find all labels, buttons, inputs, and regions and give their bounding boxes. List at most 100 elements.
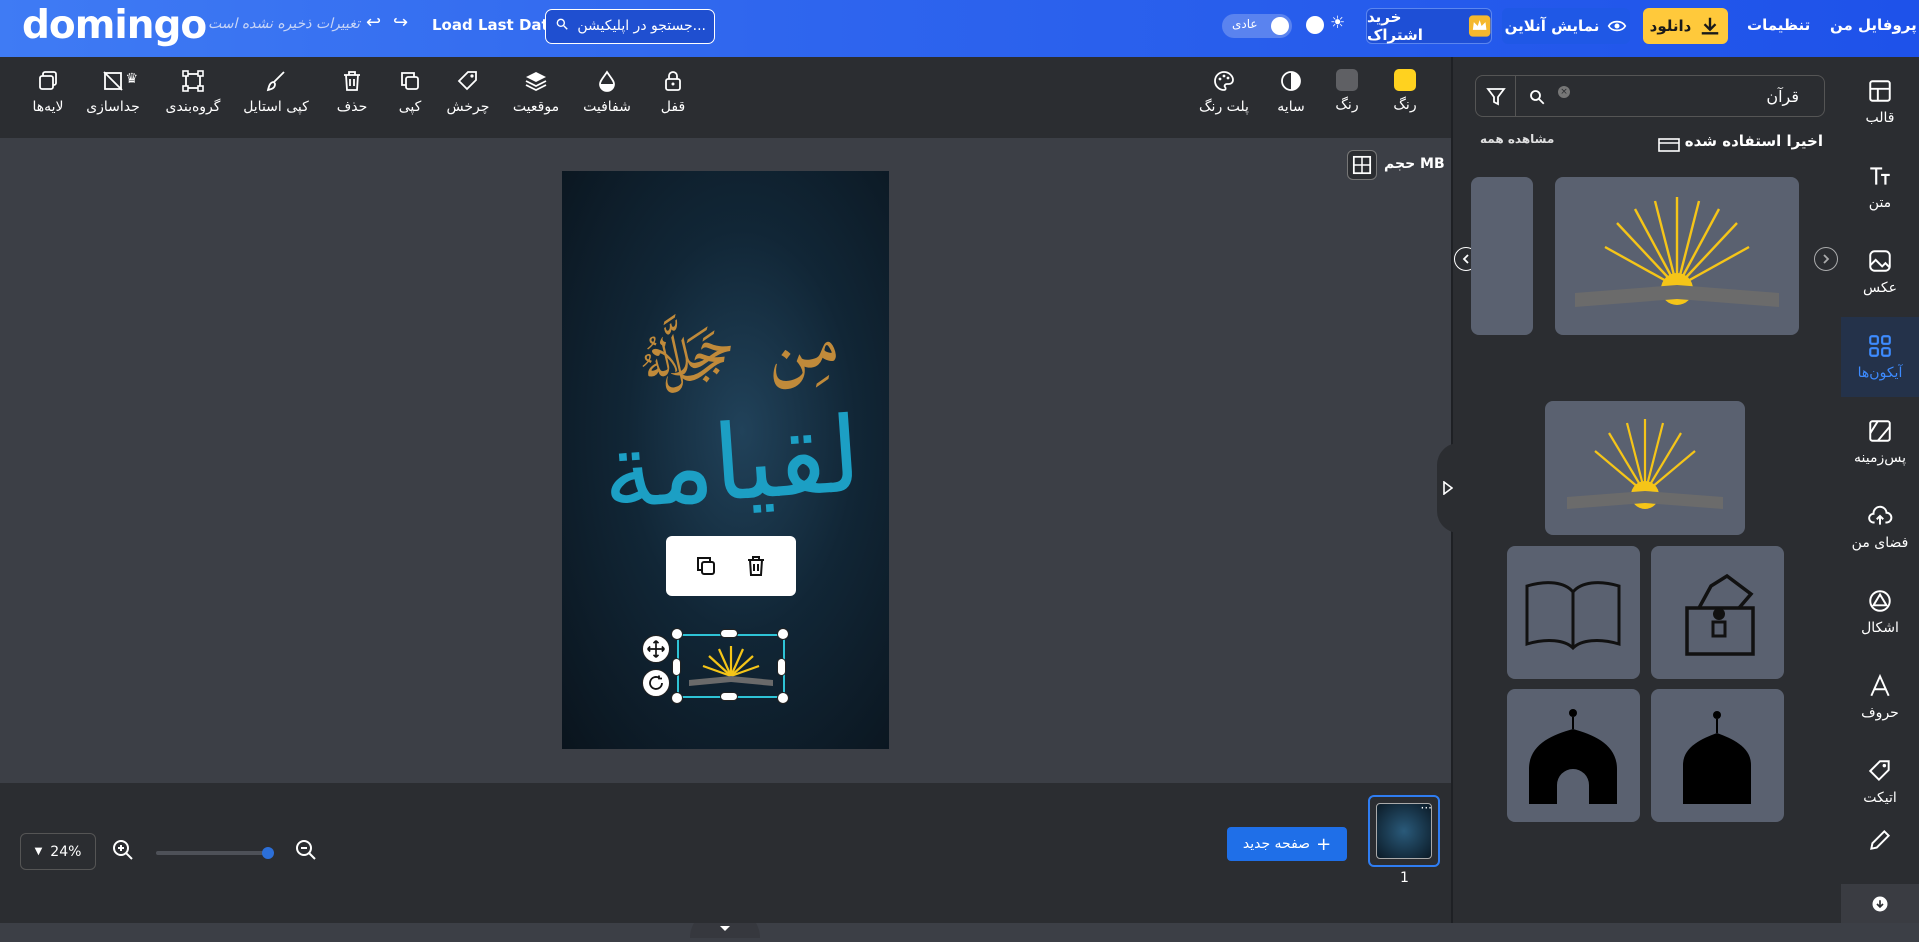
zoom-slider[interactable]	[156, 847, 274, 859]
separate-tool[interactable]: ♛ جداسازی	[80, 69, 146, 115]
pencil-icon	[1870, 829, 1891, 850]
rotate-label: چرخش	[446, 99, 490, 115]
clear-icon[interactable]: ×	[1558, 86, 1570, 98]
resize-handle[interactable]	[720, 629, 738, 638]
zoom-select[interactable]: ▼ 24%	[20, 833, 96, 870]
filter-button[interactable]	[1476, 76, 1516, 116]
subscribe-button[interactable]: خرید اشتراک	[1366, 8, 1492, 44]
new-page-button[interactable]: صفحه جدید +	[1227, 827, 1347, 861]
delete-tool[interactable]: حذف	[319, 69, 385, 115]
zoom-slider-thumb[interactable]	[262, 847, 274, 859]
recent-title: اخیرا استفاده شده	[1685, 132, 1823, 150]
calligraphy-gold-image[interactable]: مِن ﷻ	[627, 280, 841, 414]
layers-tool[interactable]: لایه‌ها	[15, 69, 81, 115]
zoom-in-icon[interactable]	[111, 838, 135, 862]
online-preview-label: نمایش آنلاین	[1504, 17, 1600, 35]
mosque-dome-icon	[1529, 709, 1617, 804]
rotate-handle-icon[interactable]	[642, 669, 670, 697]
download-icon	[1702, 17, 1719, 35]
copy-style-tool[interactable]: کپی استایل	[243, 69, 309, 115]
app-search-placeholder: جستجو در اپلیکیشن...	[577, 18, 706, 34]
icon-result[interactable]	[1507, 689, 1640, 822]
app-search-input[interactable]: جستجو در اپلیکیشن...	[545, 9, 715, 44]
quran-sunrise-icon	[1575, 197, 1779, 307]
nav-letters-label: حروف	[1861, 705, 1899, 721]
palette-tool[interactable]: پلت رنگ	[1191, 69, 1257, 115]
ungroup-icon	[103, 71, 123, 91]
carousel-next-icon[interactable]	[1814, 247, 1838, 271]
lock-tool[interactable]: قفل	[640, 69, 706, 115]
nav-background[interactable]: پس‌زمینه	[1841, 402, 1919, 482]
panel-search-value: قرآن	[1766, 87, 1799, 106]
shapes-icon	[1869, 590, 1891, 612]
tag-icon	[1868, 760, 1890, 782]
side-nav: قالب متن عکس آیکون‌ها پس‌زمینه فضای من ا…	[1841, 57, 1919, 923]
duplicate-icon[interactable]	[694, 554, 718, 578]
copy-tool[interactable]: کپی	[377, 69, 443, 115]
download-button[interactable]: دانلود	[1643, 8, 1728, 44]
group-tool[interactable]: گروه‌بندی	[160, 69, 226, 115]
more-icon[interactable]: ···	[1421, 801, 1432, 815]
move-handle-icon[interactable]	[642, 635, 670, 663]
nav-template[interactable]: قالب	[1841, 62, 1919, 142]
online-preview-button[interactable]: نمایش آنلاین	[1502, 8, 1630, 44]
rotate-tool[interactable]: چرخش	[435, 69, 501, 115]
resize-handle[interactable]	[671, 692, 683, 704]
nav-icons[interactable]: آیکون‌ها	[1841, 317, 1919, 397]
selected-element[interactable]	[677, 634, 785, 698]
icon-result[interactable]	[1651, 546, 1784, 679]
plus-icon: +	[1316, 833, 1332, 855]
nav-shapes[interactable]: اشکال	[1841, 572, 1919, 652]
zoom-out-icon[interactable]	[294, 838, 318, 862]
font-icon	[1870, 673, 1890, 697]
recent-item[interactable]	[1471, 177, 1533, 335]
calligraphy-blue-image[interactable]: لقيامة	[598, 393, 865, 533]
nav-photo[interactable]: عکس	[1841, 232, 1919, 312]
page-thumbnail[interactable]: ···	[1368, 795, 1440, 867]
group-icon	[182, 70, 204, 92]
resize-handle[interactable]	[777, 692, 789, 704]
recent-item[interactable]	[1555, 177, 1799, 335]
copy-label: کپی	[398, 99, 422, 115]
view-all-link[interactable]: مشاهده همه	[1480, 132, 1554, 146]
sun-icon[interactable]: ☀	[1330, 13, 1345, 33]
redo-icon[interactable]: ↪	[393, 12, 408, 33]
file-size-label: حجم MB	[1384, 156, 1445, 172]
profile-link[interactable]: پروفایل من	[1830, 16, 1917, 34]
undo-icon[interactable]: ↩	[366, 12, 381, 33]
resize-handle[interactable]	[672, 658, 681, 676]
icon-result[interactable]	[1507, 546, 1640, 679]
resize-handle[interactable]	[777, 658, 786, 676]
nav-drawing[interactable]	[1841, 827, 1919, 867]
delete-icon[interactable]	[744, 554, 768, 578]
nav-letters[interactable]: حروف	[1841, 657, 1919, 737]
icon-result[interactable]	[1545, 401, 1745, 535]
mode-toggle[interactable]: عادی	[1222, 14, 1292, 38]
context-menu	[666, 536, 796, 596]
nav-my-space[interactable]: فضای من	[1841, 487, 1919, 567]
nav-text[interactable]: متن	[1841, 147, 1919, 227]
template-icon	[1869, 80, 1891, 102]
position-tool[interactable]: موقعیت	[503, 69, 569, 115]
panel-search-input[interactable]: × قرآن	[1475, 75, 1825, 117]
opacity-label: شفافیت	[583, 99, 631, 115]
resize-handle[interactable]	[777, 628, 789, 640]
logo[interactable]: domingo	[22, 3, 207, 48]
background-icon	[1869, 420, 1891, 442]
position-label: موقعیت	[512, 99, 560, 115]
calculator-icon[interactable]	[1347, 150, 1377, 180]
nav-scroll-down[interactable]	[1841, 884, 1919, 923]
load-last-data-button[interactable]: Load Last Data	[432, 16, 559, 34]
color-tool-2[interactable]: رنگ	[1314, 69, 1380, 113]
nav-sticker[interactable]: اتیکت	[1841, 742, 1919, 822]
chevron-down-icon: ▼	[34, 846, 43, 857]
icon-result[interactable]	[1651, 689, 1784, 822]
opacity-tool[interactable]: شفافیت	[574, 69, 640, 115]
color-tool-1[interactable]: رنگ	[1372, 69, 1438, 113]
theme-dot[interactable]	[1306, 16, 1324, 34]
resize-handle[interactable]	[720, 692, 738, 701]
color-label-1: رنگ	[1393, 97, 1417, 113]
settings-link[interactable]: تنظیمات	[1747, 16, 1810, 34]
resize-handle[interactable]	[671, 628, 683, 640]
lock-icon	[665, 71, 681, 91]
